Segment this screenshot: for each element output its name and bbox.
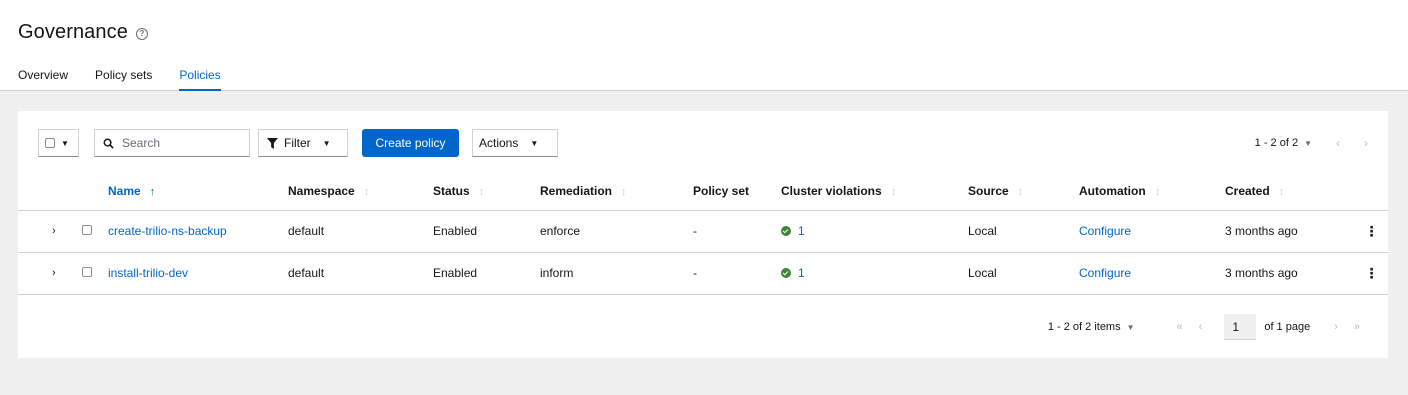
filter-icon [267,137,278,149]
sort-icon: ↕ [1017,186,1024,199]
created-cell: 3 months ago [1225,209,1355,252]
kebab-menu-icon[interactable]: ⋮ [1355,251,1388,295]
table-row: › install-trilio-dev default Enabled inf… [18,251,1388,295]
policy-set-cell: - [693,251,781,295]
caret-down-icon: ▼ [530,138,539,148]
expand-row-icon[interactable]: › [18,209,76,252]
search-box[interactable] [94,129,250,157]
actions-label: Actions [479,136,519,150]
page-count-label: of 1 page [1264,321,1311,333]
tab-policies[interactable]: Policies [179,62,222,91]
sort-icon: ↕ [621,186,627,199]
pagination-bottom: 1 - 2 of 2 items ▼ « ‹ 1 of 1 page › » [1048,313,1360,341]
policy-set-cell: - [693,209,781,252]
check-circle-icon [781,268,791,278]
title-row: Governance ? [18,21,148,44]
check-circle-icon [781,226,791,236]
pagination-items-count[interactable]: 1 - 2 of 2 items [1048,321,1121,333]
created-cell: 3 months ago [1225,251,1355,295]
create-policy-button[interactable]: Create policy [362,129,459,157]
last-page-icon[interactable]: » [1354,321,1360,333]
previous-page-icon[interactable]: ‹ [1336,136,1340,150]
expand-row-icon[interactable]: › [18,251,76,295]
remediation-cell: inform [540,251,693,295]
sort-icon: ↕ [478,186,485,199]
sort-ascending-icon: ↑ [149,186,156,199]
caret-down-icon[interactable]: ▼ [1127,323,1135,332]
pagination-count[interactable]: 1 - 2 of 2 [1255,137,1298,149]
page-title: Governance [18,21,128,43]
help-icon[interactable]: ? [135,27,148,40]
filter-dropdown[interactable]: Filter ▼ [258,129,348,157]
source-cell: Local [968,251,1079,295]
source-cell: Local [968,209,1079,252]
tab-overview[interactable]: Overview [18,62,68,91]
next-page-icon[interactable]: › [1334,321,1338,333]
configure-automation-link[interactable]: Configure [1079,266,1131,280]
row-checkbox[interactable] [82,225,92,235]
caret-down-icon: ▼ [61,138,69,148]
previous-page-icon[interactable]: ‹ [1199,321,1203,333]
pagination-top: 1 - 2 of 2 ▼ ‹ › [1255,129,1368,157]
search-input[interactable] [122,136,242,150]
column-header-policy-set: Policy set [693,184,750,199]
column-header-source[interactable]: Source ↕ [968,173,1079,210]
configure-automation-link[interactable]: Configure [1079,224,1131,238]
column-header-remediation[interactable]: Remediation ↕ [540,173,693,210]
caret-down-icon[interactable]: ▼ [1304,139,1312,148]
column-header-status[interactable]: Status ↕ [433,173,540,210]
sort-icon: ↕ [1278,186,1285,199]
column-header-name[interactable]: Name ↑ [108,173,288,210]
policy-name-link[interactable]: create-trilio-ns-backup [108,224,227,238]
column-header-automation[interactable]: Automation ↕ [1079,173,1225,210]
tab-policy-sets[interactable]: Policy sets [95,62,152,91]
row-checkbox[interactable] [82,267,92,277]
bulk-select-dropdown[interactable]: ▼ [38,129,79,157]
next-page-icon[interactable]: › [1364,136,1368,150]
kebab-menu-icon[interactable]: ⋮ [1355,209,1388,252]
remediation-cell: enforce [540,209,693,252]
tab-bar: Overview Policy sets Policies [18,62,248,91]
cluster-violations-link[interactable]: 1 [798,224,805,238]
column-header-created[interactable]: Created ↕ [1225,173,1355,210]
table-header-row: Name ↑ Namespace ↕ Status ↕ Remediation ↕ Po… [18,173,1388,210]
policy-name-link[interactable]: install-trilio-dev [108,266,188,280]
sort-icon: ↕ [1154,186,1161,199]
filter-label: Filter [284,136,311,150]
column-header-cluster-violations[interactable]: Cluster violations ↕ [781,173,968,210]
table-row: › create-trilio-ns-backup default Enable… [18,209,1388,252]
page-header: Governance ? Overview Policy sets Polici… [0,0,1408,91]
status-cell: Enabled [433,251,540,295]
column-header-namespace[interactable]: Namespace ↕ [288,173,433,210]
first-page-icon[interactable]: « [1177,321,1183,333]
actions-dropdown[interactable]: Actions ▼ [472,129,558,157]
cluster-violations-link[interactable]: 1 [798,266,805,280]
namespace-cell: default [288,251,433,295]
caret-down-icon: ▼ [322,138,331,148]
policies-table: Name ↑ Namespace ↕ Status ↕ Remediation ↕ Po… [18,173,1388,295]
select-all-checkbox[interactable] [45,138,55,148]
status-cell: Enabled [433,209,540,252]
sort-icon: ↕ [890,186,897,199]
sort-icon: ↕ [363,186,370,199]
search-icon [103,138,114,149]
page-number-input[interactable]: 1 [1224,314,1257,340]
policies-card: ▼ Filter ▼ Create policy Actions ▼ 1 - 2… [18,111,1388,358]
toolbar: ▼ Filter ▼ Create policy Actions ▼ 1 - 2… [18,129,1388,157]
namespace-cell: default [288,209,433,252]
